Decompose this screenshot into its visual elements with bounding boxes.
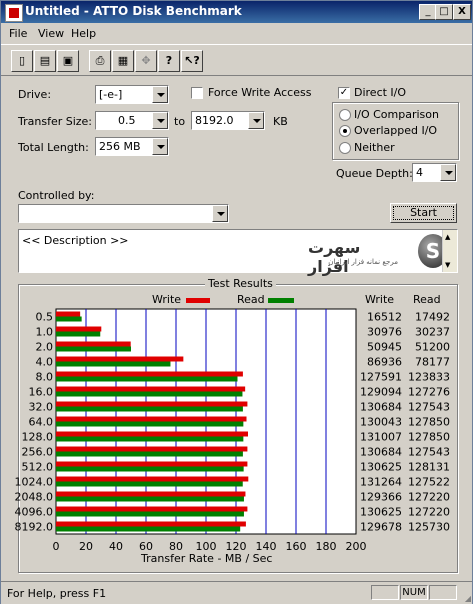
read-bar	[56, 346, 131, 352]
read-bar	[56, 451, 243, 457]
read-bar	[56, 361, 171, 367]
write-value: 129678	[360, 521, 402, 534]
read-value: 128131	[408, 461, 450, 474]
read-value: 127522	[408, 476, 450, 489]
write-bar	[56, 521, 246, 527]
x-tick-label: 180	[316, 540, 337, 553]
write-value: 130625	[360, 461, 402, 474]
read-bar	[56, 496, 244, 502]
status-text: For Help, press F1	[7, 587, 107, 600]
read-bar	[56, 316, 82, 322]
y-tick-label: 1024.0	[15, 476, 54, 489]
status-pane-3	[429, 585, 457, 600]
read-bar	[56, 466, 244, 472]
x-tick-label: 40	[109, 540, 123, 553]
x-tick-label: 20	[79, 540, 93, 553]
resize-grip-icon[interactable]: ◢	[465, 594, 471, 603]
read-value: 127850	[408, 416, 450, 429]
write-value: 30976	[367, 326, 402, 339]
write-bar	[56, 491, 246, 497]
y-tick-label: 64.0	[29, 416, 54, 429]
read-bar	[56, 436, 244, 442]
y-tick-label: 2048.0	[15, 491, 54, 504]
status-pane-1	[371, 585, 399, 600]
read-value: 78177	[415, 356, 450, 369]
y-tick-label: 2.0	[36, 341, 54, 354]
write-bar	[56, 386, 246, 392]
read-value: 125730	[408, 521, 450, 534]
read-bar	[56, 526, 241, 532]
write-value: 131264	[360, 476, 402, 489]
write-value: 86936	[367, 356, 402, 369]
read-value: 127543	[408, 446, 450, 459]
write-value: 130684	[360, 401, 402, 414]
write-bar	[56, 446, 248, 452]
read-value: 127220	[408, 506, 450, 519]
read-bar	[56, 511, 244, 517]
y-tick-label: 8192.0	[15, 521, 54, 534]
write-bar	[56, 326, 102, 332]
read-value: 127850	[408, 431, 450, 444]
write-value: 130684	[360, 446, 402, 459]
read-value: 127276	[408, 386, 450, 399]
read-bar	[56, 481, 243, 487]
write-value: 16512	[367, 311, 402, 324]
read-bar	[56, 421, 244, 427]
read-value: 127543	[408, 401, 450, 414]
y-tick-label: 512.0	[22, 461, 54, 474]
read-value: 123833	[408, 371, 450, 384]
write-bar	[56, 311, 81, 317]
x-tick-label: 160	[286, 540, 307, 553]
y-tick-label: 16.0	[29, 386, 54, 399]
read-bar	[56, 391, 243, 397]
y-tick-label: 4096.0	[15, 506, 54, 519]
write-bar	[56, 341, 131, 347]
write-bar	[56, 431, 248, 437]
read-value: 127220	[408, 491, 450, 504]
status-bar: For Help, press F1 NUM ◢	[1, 581, 472, 604]
transfer-rate-chart: 0 20 40 60 80 100 120 140 160 180 2000.5 16512 17492…	[15, 308, 450, 553]
write-value: 130043	[360, 416, 402, 429]
write-value: 130625	[360, 506, 402, 519]
y-tick-label: 32.0	[29, 401, 54, 414]
write-value: 129094	[360, 386, 402, 399]
y-tick-label: 1.0	[36, 326, 54, 339]
write-value: 127591	[360, 371, 402, 384]
write-bar	[56, 476, 249, 482]
y-tick-label: 8.0	[36, 371, 54, 384]
write-value: 50945	[367, 341, 402, 354]
y-tick-label: 128.0	[22, 431, 54, 444]
write-bar	[56, 461, 248, 467]
write-bar	[56, 371, 243, 377]
write-value: 131007	[360, 431, 402, 444]
read-value: 17492	[415, 311, 450, 324]
x-tick-label: 0	[53, 540, 60, 553]
read-value: 30237	[415, 326, 450, 339]
y-tick-label: 256.0	[22, 446, 54, 459]
write-bar	[56, 401, 248, 407]
x-axis-label: Transfer Rate - MB / Sec	[141, 552, 273, 565]
num-lock-indicator: NUM	[400, 585, 428, 600]
y-tick-label: 0.5	[36, 311, 54, 324]
write-bar	[56, 356, 184, 362]
write-bar	[56, 416, 247, 422]
read-bar	[56, 406, 243, 412]
read-bar	[56, 376, 238, 382]
app-window: Untitled - ATTO Disk Benchmark _ □ X Fil…	[0, 0, 473, 604]
write-value: 129366	[360, 491, 402, 504]
write-bar	[56, 506, 248, 512]
read-value: 51200	[415, 341, 450, 354]
y-tick-label: 4.0	[36, 356, 54, 369]
x-tick-label: 200	[346, 540, 367, 553]
read-bar	[56, 331, 101, 337]
